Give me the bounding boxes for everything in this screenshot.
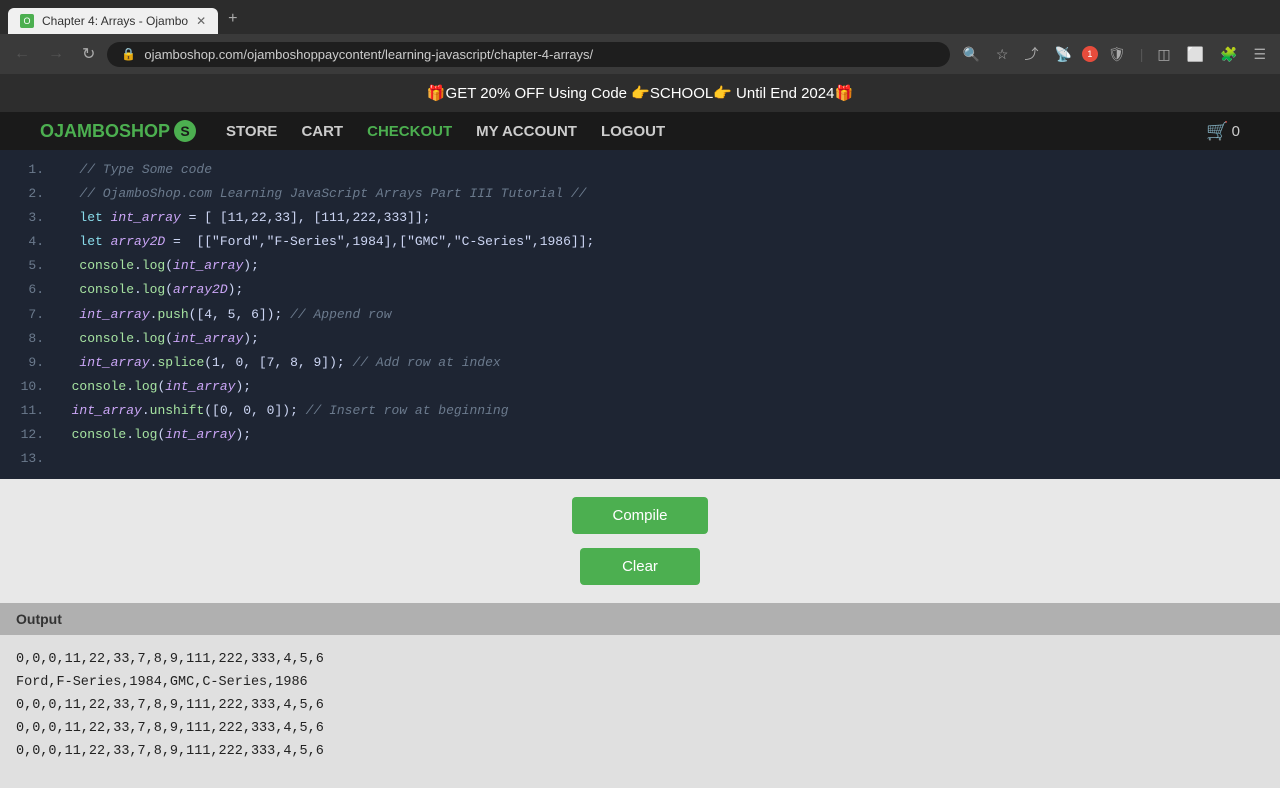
line-number: 10.	[16, 376, 44, 398]
refresh-button[interactable]: ↻	[76, 40, 101, 68]
code-content: int_array.push([4, 5, 6]); // Append row	[56, 304, 392, 326]
line-number: 2.	[16, 183, 44, 205]
forward-button[interactable]: →	[42, 41, 70, 67]
code-line-1: 1. // Type Some code	[0, 158, 1280, 182]
code-line-8: 8. console.log(int_array);	[0, 327, 1280, 351]
back-button[interactable]: ←	[8, 41, 36, 67]
site-logo[interactable]: OJAMBOSHOP S	[40, 120, 196, 142]
share-icon[interactable]: ⤴	[1018, 40, 1044, 68]
clear-button[interactable]: Clear	[580, 548, 700, 585]
url-text: ojamboshop.com/ojamboshoppaycontent/lear…	[144, 47, 936, 62]
code-line-10: 10. console.log(int_array);	[0, 375, 1280, 399]
extension-badge[interactable]: 1	[1082, 46, 1098, 62]
main-navigation: OJAMBOSHOP S STORE CART CHECKOUT MY ACCO…	[0, 112, 1280, 150]
tab-close-button[interactable]: ✕	[196, 14, 206, 28]
line-number: 11.	[16, 400, 44, 422]
code-line-7: 7. int_array.push([4, 5, 6]); // Append …	[0, 303, 1280, 327]
compile-button[interactable]: Compile	[572, 497, 707, 534]
tab-bar: O Chapter 4: Arrays - Ojambo ✕ +	[0, 0, 1280, 34]
code-content: console.log(array2D);	[56, 279, 243, 301]
line-number: 9.	[16, 352, 44, 374]
tab-title: Chapter 4: Arrays - Ojambo	[42, 14, 188, 28]
screenshot-icon[interactable]: ⬜	[1181, 42, 1210, 67]
nav-link-cart[interactable]: CART	[301, 123, 343, 140]
menu-icon[interactable]: ☰	[1247, 42, 1272, 67]
website-content: 🎁GET 20% OFF Using Code 👉SCHOOL👉 Until E…	[0, 74, 1280, 788]
nav-link-logout[interactable]: LOGOUT	[601, 123, 665, 140]
cart-icon: 🛒	[1206, 121, 1228, 142]
code-content: // Type Some code	[56, 159, 212, 181]
code-line-6: 6. console.log(array2D);	[0, 278, 1280, 302]
code-line-3: 3. let int_array = [ [11,22,33], [111,22…	[0, 206, 1280, 230]
line-number: 6.	[16, 279, 44, 301]
promo-banner: 🎁GET 20% OFF Using Code 👉SCHOOL👉 Until E…	[0, 74, 1280, 112]
line-number: 7.	[16, 304, 44, 326]
nav-link-my-account[interactable]: MY ACCOUNT	[476, 123, 577, 140]
shield-icon[interactable]: 🛡	[1102, 42, 1132, 67]
logo-text: OJAMBOSHOP	[40, 121, 170, 142]
sidebar-icon[interactable]: ◫	[1151, 42, 1176, 67]
tab-favicon: O	[20, 14, 34, 28]
output-line-5: 0,0,0,11,22,33,7,8,9,111,222,333,4,5,6	[16, 741, 1264, 764]
code-line-5: 5. console.log(int_array);	[0, 254, 1280, 278]
output-line-2: Ford,F-Series,1984,GMC,C-Series,1986	[16, 672, 1264, 695]
rss-icon[interactable]: 📡	[1048, 42, 1077, 67]
code-content	[56, 448, 72, 470]
line-number: 13.	[16, 448, 44, 470]
buttons-area: Compile Clear	[0, 479, 1280, 603]
promo-text: 🎁GET 20% OFF Using Code 👉SCHOOL👉 Until E…	[427, 85, 853, 102]
new-tab-button[interactable]: +	[218, 4, 247, 34]
code-line-9: 9. int_array.splice(1, 0, [7, 8, 9]); //…	[0, 351, 1280, 375]
code-content: // OjamboShop.com Learning JavaScript Ar…	[56, 183, 587, 205]
code-line-4: 4. let array2D = [["Ford","F-Series",198…	[0, 230, 1280, 254]
browser-nav-bar: ← → ↻ 🔒 ojamboshop.com/ojamboshoppaycont…	[0, 34, 1280, 74]
search-icon[interactable]: 🔍	[956, 42, 985, 67]
nav-link-checkout[interactable]: CHECKOUT	[367, 123, 452, 140]
code-editor[interactable]: 1. // Type Some code 2. // OjamboShop.co…	[0, 150, 1280, 479]
code-content: console.log(int_array);	[56, 376, 251, 398]
cart-button[interactable]: 🛒 0	[1206, 121, 1240, 142]
browser-action-buttons: 🔍 ☆ ⤴ 📡 1 🛡 | ◫ ⬜ 🧩 ☰	[956, 40, 1272, 68]
line-number: 1.	[16, 159, 44, 181]
browser-window: O Chapter 4: Arrays - Ojambo ✕ + ← → ↻ 🔒…	[0, 0, 1280, 74]
output-header: Output	[0, 603, 1280, 635]
address-bar[interactable]: 🔒 ojamboshop.com/ojamboshoppaycontent/le…	[107, 42, 950, 67]
line-number: 4.	[16, 231, 44, 253]
line-number: 12.	[16, 424, 44, 446]
extensions-icon[interactable]: 🧩	[1214, 42, 1243, 67]
lock-icon: 🔒	[121, 47, 136, 61]
output-line-1: 0,0,0,11,22,33,7,8,9,111,222,333,4,5,6	[16, 649, 1264, 672]
nav-links: STORE CART CHECKOUT MY ACCOUNT LOGOUT	[226, 123, 665, 140]
cart-count: 0	[1232, 123, 1240, 140]
active-tab[interactable]: O Chapter 4: Arrays - Ojambo ✕	[8, 8, 218, 34]
separator: |	[1136, 46, 1148, 62]
code-line-11: 11. int_array.unshift([0, 0, 0]); // Ins…	[0, 399, 1280, 423]
code-content: console.log(int_array);	[56, 328, 259, 350]
code-content: let array2D = [["Ford","F-Series",1984],…	[56, 231, 594, 253]
bookmark-icon[interactable]: ☆	[990, 42, 1015, 67]
code-content: int_array.unshift([0, 0, 0]); // Insert …	[56, 400, 509, 422]
output-line-3: 0,0,0,11,22,33,7,8,9,111,222,333,4,5,6	[16, 695, 1264, 718]
line-number: 8.	[16, 328, 44, 350]
line-number: 5.	[16, 255, 44, 277]
code-line-12: 12. console.log(int_array);	[0, 423, 1280, 447]
output-section: Output 0,0,0,11,22,33,7,8,9,111,222,333,…	[0, 603, 1280, 788]
output-content: 0,0,0,11,22,33,7,8,9,111,222,333,4,5,6 F…	[0, 645, 1280, 768]
code-line-13: 13.	[0, 447, 1280, 471]
code-content: int_array.splice(1, 0, [7, 8, 9]); // Ad…	[56, 352, 501, 374]
logo-s-icon: S	[174, 120, 196, 142]
code-content: console.log(int_array);	[56, 424, 251, 446]
code-content: console.log(int_array);	[56, 255, 259, 277]
line-number: 3.	[16, 207, 44, 229]
nav-link-store[interactable]: STORE	[226, 123, 277, 140]
output-line-4: 0,0,0,11,22,33,7,8,9,111,222,333,4,5,6	[16, 718, 1264, 741]
code-line-2: 2. // OjamboShop.com Learning JavaScript…	[0, 182, 1280, 206]
code-content: let int_array = [ [11,22,33], [111,222,3…	[56, 207, 430, 229]
